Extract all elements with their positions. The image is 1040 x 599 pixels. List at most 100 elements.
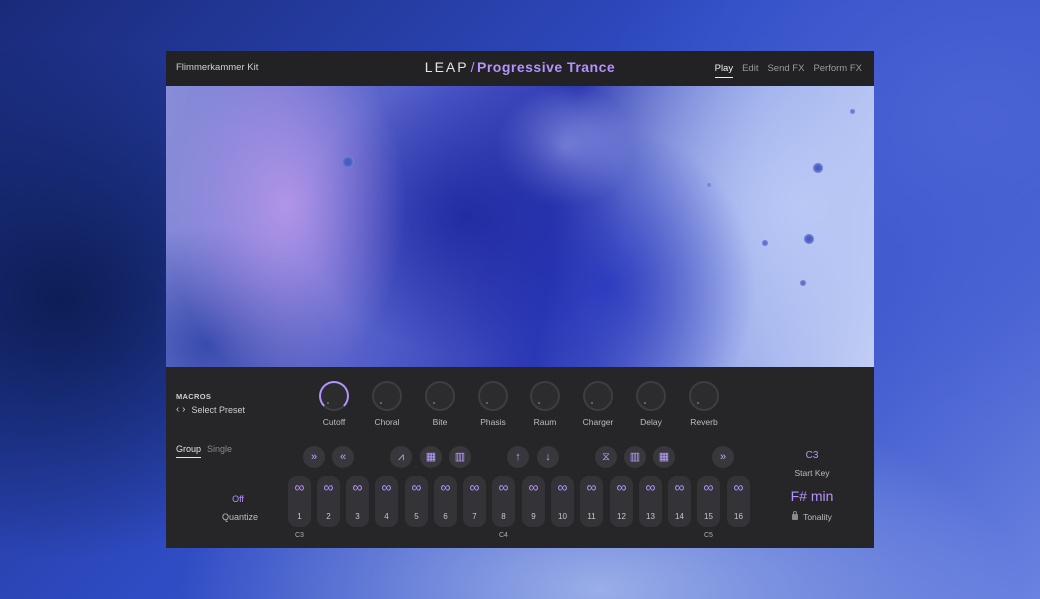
start-key-value[interactable]: C3: [786, 450, 838, 461]
artwork-bubble: [804, 234, 814, 244]
knob-label: Choral: [374, 417, 400, 427]
loop-icon: ∞: [440, 479, 451, 495]
artwork-bubble: [707, 183, 711, 187]
arrow-down-icon[interactable]: ↓: [537, 446, 559, 468]
pad-2[interactable]: ∞ 2: [317, 476, 340, 527]
loop-icon: ∞: [528, 479, 539, 495]
logo-title: Progressive Trance: [477, 59, 616, 75]
group-single-toggle: Group Single: [176, 444, 232, 458]
macro-knob-choral[interactable]: Choral: [362, 381, 412, 427]
fast-forward-icon[interactable]: »: [303, 446, 325, 468]
pad-9[interactable]: ∞ 9: [522, 476, 545, 527]
plugin-window: Flimmerkammer Kit LEAP / Progressive Tranc…: [166, 51, 874, 548]
loop-icon: ∞: [411, 479, 422, 495]
pad-3[interactable]: ∞ 3: [346, 476, 369, 527]
key-label-c5: C5: [704, 532, 713, 539]
pad-number: 12: [617, 512, 626, 521]
tab-perform-fx[interactable]: Perform FX: [813, 63, 862, 78]
tab-play[interactable]: Play: [714, 63, 734, 78]
loop-icon: ∞: [645, 479, 656, 495]
key-label-c4: C4: [499, 532, 508, 539]
pad-number: 6: [443, 512, 448, 521]
pad-number: 14: [675, 512, 684, 521]
pad-6[interactable]: ∞ 6: [434, 476, 457, 527]
pad-14[interactable]: ∞ 14: [668, 476, 691, 527]
knob-dial[interactable]: [319, 381, 349, 411]
loop-icon: ∞: [586, 479, 597, 495]
preset-selector[interactable]: ‹ › Select Preset: [176, 404, 245, 415]
loop-icon: ∞: [352, 479, 363, 495]
artwork-bubble: [813, 163, 823, 173]
pad-4[interactable]: ∞ 4: [375, 476, 398, 527]
knob-dial[interactable]: [425, 381, 455, 411]
knob-label: Bite: [432, 417, 448, 427]
macro-knob-cutoff[interactable]: Cutoff: [309, 381, 359, 427]
rewind-icon[interactable]: «: [332, 446, 354, 468]
preset-label[interactable]: Select Preset: [191, 405, 245, 415]
pad-11[interactable]: ∞ 11: [580, 476, 603, 527]
macro-knob-raum[interactable]: Raum: [520, 381, 570, 427]
knob-dial[interactable]: [689, 381, 719, 411]
pad-number: 10: [558, 512, 567, 521]
mode-group[interactable]: Group: [176, 444, 202, 458]
arrow-up-icon[interactable]: ↑: [507, 446, 529, 468]
grid-pattern-icon[interactable]: ▦: [420, 446, 442, 468]
pad-16[interactable]: ∞ 16: [727, 476, 750, 527]
tonality-label: Tonality: [803, 512, 832, 522]
pad-number: 1: [297, 512, 302, 521]
logo-slash: /: [470, 59, 475, 75]
tonality-value[interactable]: F# min: [778, 488, 846, 504]
pad-5[interactable]: ∞ 5: [405, 476, 428, 527]
knob-dial[interactable]: [636, 381, 666, 411]
pad-1[interactable]: ∞ 1: [288, 476, 311, 527]
split-bars-icon[interactable]: ▥: [624, 446, 646, 468]
pad-13[interactable]: ∞ 13: [639, 476, 662, 527]
loop-icon: ∞: [294, 479, 305, 495]
mode-single[interactable]: Single: [207, 444, 232, 458]
filter-shape-icon[interactable]: ⩘: [390, 446, 412, 468]
kit-artwork: [166, 86, 874, 367]
tab-send-fx[interactable]: Send FX: [767, 63, 804, 78]
pad-7[interactable]: ∞ 7: [463, 476, 486, 527]
macro-knob-bite[interactable]: Bite: [415, 381, 465, 427]
logo-leap-text: LEAP: [424, 59, 469, 75]
pad-12[interactable]: ∞ 12: [610, 476, 633, 527]
macros-heading: MACROS: [176, 392, 212, 401]
knob-dial[interactable]: [530, 381, 560, 411]
tab-edit[interactable]: Edit: [742, 63, 758, 78]
grid-pattern-icon[interactable]: ▦: [653, 446, 675, 468]
macro-knob-delay[interactable]: Delay: [626, 381, 676, 427]
knob-label: Raum: [533, 417, 557, 427]
knob-dial[interactable]: [478, 381, 508, 411]
quantize-label: Quantize: [221, 512, 259, 522]
loop-icon: ∞: [323, 479, 334, 495]
loop-icon: ∞: [733, 479, 744, 495]
tonality-row: Tonality: [778, 511, 846, 522]
pad-number: 9: [531, 512, 536, 521]
knob-dial[interactable]: [372, 381, 402, 411]
pad-15[interactable]: ∞ 15: [697, 476, 720, 527]
lock-icon[interactable]: [792, 511, 799, 520]
quantize-value[interactable]: Off: [223, 494, 253, 504]
knob-label: Reverb: [690, 417, 718, 427]
pad-10[interactable]: ∞ 10: [551, 476, 574, 527]
artwork-bubble: [800, 280, 806, 286]
key-label-c3: C3: [295, 532, 304, 539]
pad-number: 11: [587, 512, 596, 521]
loop-icon: ∞: [674, 479, 685, 495]
preset-nav-arrows-icon[interactable]: ‹ ›: [176, 404, 185, 415]
start-key-label: Start Key: [794, 468, 830, 478]
pad-number: 3: [355, 512, 360, 521]
macro-knob-phasis[interactable]: Phasis: [468, 381, 518, 427]
pad-number: 4: [384, 512, 389, 521]
macro-knob-charger[interactable]: Charger: [573, 381, 623, 427]
loop-icon: ∞: [469, 479, 480, 495]
gate-bars-icon[interactable]: ▥: [449, 446, 471, 468]
stutter-icon[interactable]: ⧖: [595, 446, 617, 468]
pad-number: 15: [704, 512, 713, 521]
macro-knob-reverb[interactable]: Reverb: [679, 381, 729, 427]
fast-forward-icon[interactable]: »: [712, 446, 734, 468]
knob-dial[interactable]: [583, 381, 613, 411]
pad-8[interactable]: ∞ 8: [492, 476, 515, 527]
knob-label: Delay: [640, 417, 662, 427]
